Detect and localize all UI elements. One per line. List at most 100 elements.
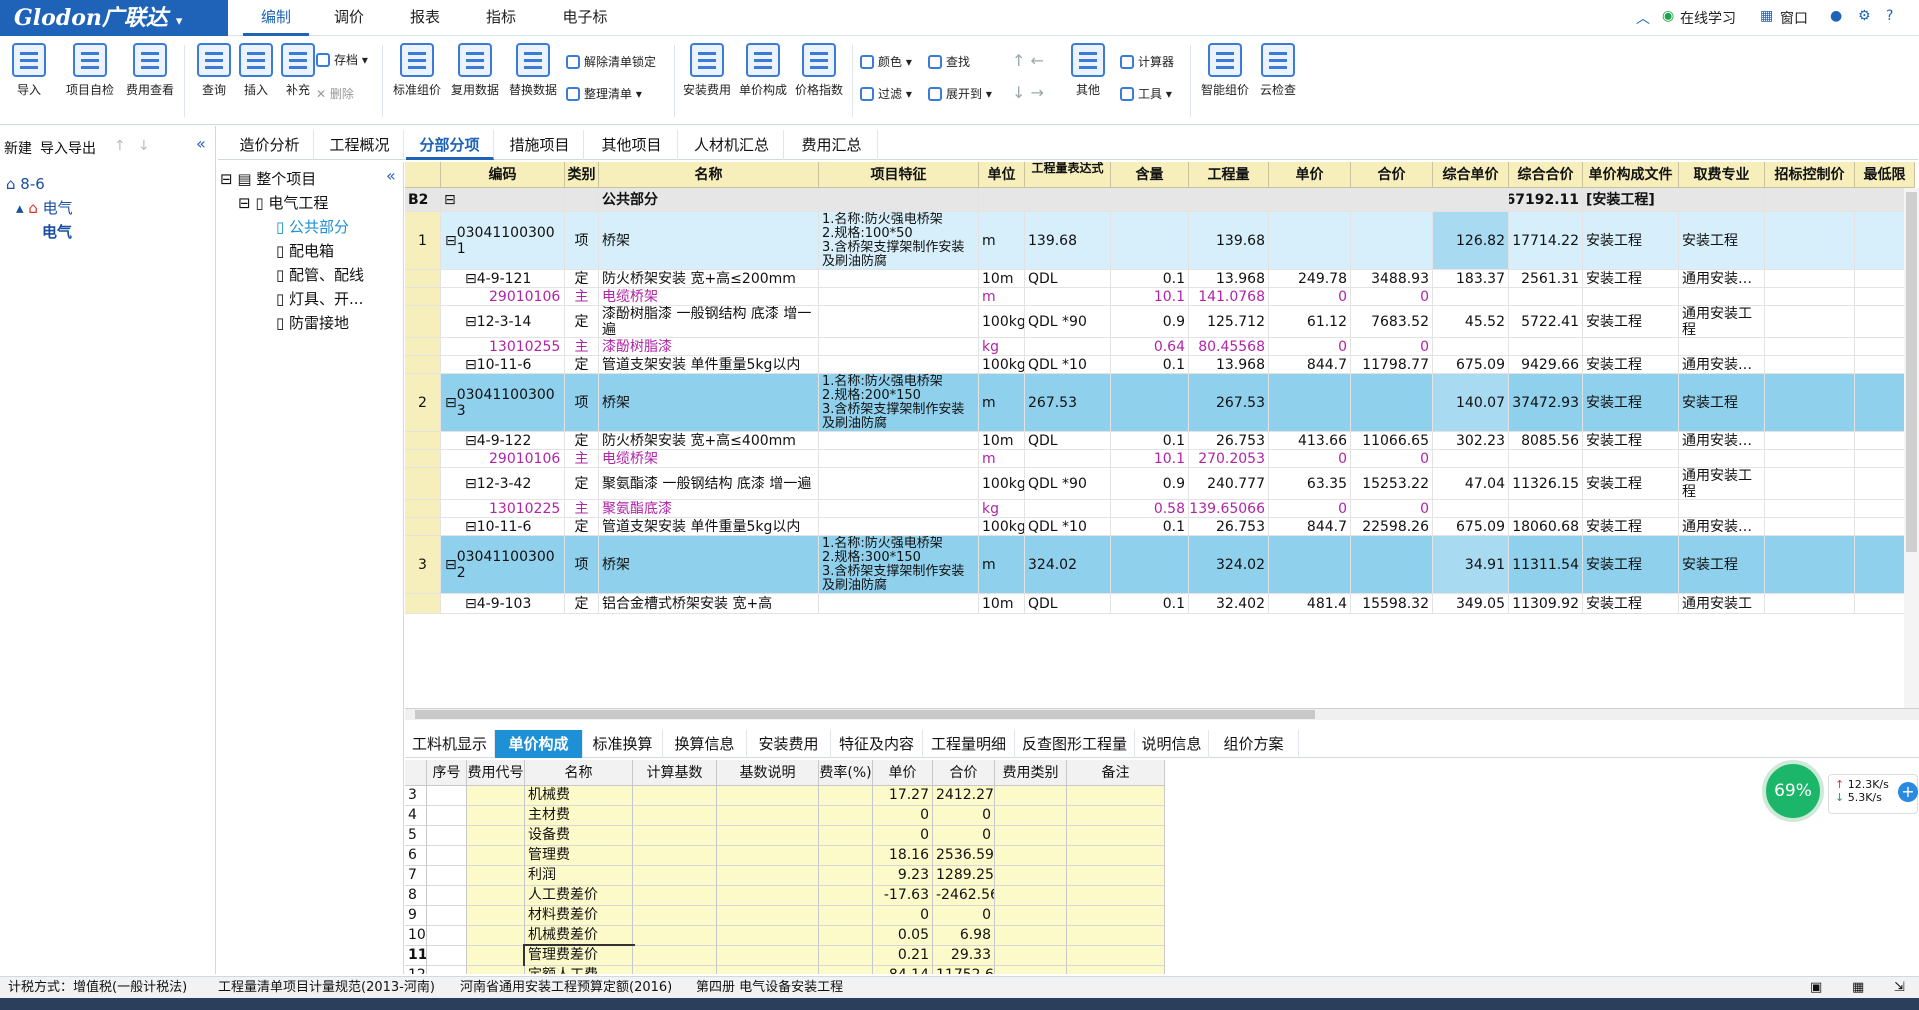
column-header[interactable]: 招标控制价 [1765,162,1855,188]
cell-n[interactable] [427,826,467,846]
cell-cat[interactable] [995,906,1067,926]
cell-idx[interactable] [405,450,441,467]
cell-price[interactable]: 249.78 [1269,270,1351,287]
cell-unit[interactable]: 100kg [979,518,1025,535]
cell-ctrl[interactable] [1765,288,1855,305]
cell-expr[interactable]: QDL [1025,432,1111,449]
cell-price[interactable]: 0 [1269,338,1351,355]
cell-spec[interactable] [1679,338,1765,355]
cell-expr[interactable] [1025,450,1111,467]
cell-price[interactable] [1269,374,1351,431]
cell-qty[interactable]: 80.45568 [1189,338,1269,355]
tab-cost-analysis[interactable]: 造价分析 [226,130,314,160]
cell-base[interactable] [633,866,717,886]
tab-adjust-price[interactable]: 调价 [316,0,382,36]
cell-file[interactable]: 安装工程 [1583,594,1679,613]
cell-feat[interactable] [819,270,979,287]
cell-spec[interactable]: 安装工程 [1679,374,1765,431]
cell-total[interactable]: 11798.77 [1351,356,1433,373]
cell-code[interactable]: 29010106 [441,450,565,467]
cell-code[interactable] [467,846,525,866]
cell-qty2[interactable]: 0.1 [1111,594,1189,613]
cell-base[interactable] [633,886,717,906]
column-header[interactable] [405,162,441,188]
cell-note[interactable] [1067,806,1165,826]
cell-price[interactable]: 844.7 [1269,356,1351,373]
cell-total[interactable]: 11752.68 [933,966,995,974]
cell-type[interactable]: 定 [565,356,599,373]
cell-total[interactable]: 11066.65 [1351,432,1433,449]
cell-base[interactable] [633,826,717,846]
cell-total[interactable]: 22598.26 [1351,518,1433,535]
cell-note[interactable] [1067,946,1165,966]
cell-feat[interactable]: 1.名称:防火强电桥架 2.规格:300*150 3.含桥架支撑架制作安装及刷油… [819,536,979,593]
cell-file[interactable]: 安装工程 [1583,270,1679,287]
cell-unit[interactable]: m [979,450,1025,467]
column-header[interactable]: 综合合价 [1509,162,1583,188]
cell-total[interactable] [1351,536,1433,593]
cell-code[interactable]: ⊟ 12-3-14 [441,306,565,337]
calculator-button[interactable]: 计算器 [1120,53,1174,70]
tree-node-project[interactable]: ⊟ ▯ 电气工程 [238,192,328,213]
cell-rate[interactable] [819,886,873,906]
cell-price[interactable]: 0 [1269,288,1351,305]
cell-cat[interactable] [995,866,1067,886]
cell-desc[interactable] [717,926,819,946]
cell-feat[interactable] [819,306,979,337]
cell-price[interactable]: 63.35 [1269,468,1351,499]
std-group-button[interactable]: 标准组价 [390,43,444,98]
cell-expr[interactable]: 139.68 [1025,212,1111,269]
cell-uprice[interactable]: 183.37 [1433,270,1509,287]
cell-n[interactable] [427,886,467,906]
quota-row[interactable]: ⊟ 12-3-14 定漆酚树脂漆 一般钢结构 底漆 增一遍 100kg QDL *90… [405,306,1919,338]
cell-idx[interactable]: 1 [405,212,441,269]
cell-rate[interactable] [819,826,873,846]
cell-price[interactable]: 18.16 [873,846,933,866]
column-header[interactable]: 编码 [441,162,565,188]
cell-qty[interactable]: 125.712 [1189,306,1269,337]
cell-type[interactable]: 定 [565,468,599,499]
column-header[interactable]: 计算基数 [633,760,717,786]
cell-_[interactable]: 7 [405,866,427,886]
quota-row[interactable]: ⊟ 12-3-42 定聚氨酯漆 一般钢结构 底漆 增一遍 100kg QDL *90 0… [405,468,1919,500]
cell-desc[interactable] [717,886,819,906]
cell-qty[interactable]: 32.402 [1189,594,1269,613]
cell-note[interactable] [1067,926,1165,946]
help-icon[interactable]: ? [1886,8,1893,24]
cell-ctrl[interactable] [1765,518,1855,535]
material-row[interactable]: 29010106 主电缆桥架 m 10.1 141.0768 0 0 [405,288,1919,306]
cell-type[interactable]: 主 [565,288,599,305]
cell-_[interactable]: 12 [405,966,427,974]
tab-index[interactable]: 指标 [468,0,534,36]
cell-total[interactable] [1351,212,1433,269]
move-down-icon[interactable]: ↓ [138,138,150,154]
cell-base[interactable] [633,906,717,926]
cell-qty[interactable]: 141.0768 [1189,288,1269,305]
app-logo[interactable]: Glodon广联达 ▾ [0,0,228,36]
tab-measures[interactable]: 措施项目 [496,130,584,160]
cell-name[interactable]: 利润 [525,866,633,886]
cell-name[interactable]: 桥架 [599,212,819,269]
cell-note[interactable] [1067,906,1165,926]
cell-name[interactable]: 桥架 [599,536,819,593]
cell-utotal[interactable] [1509,450,1583,467]
vertical-scrollbar[interactable] [1904,188,1919,708]
cell-type[interactable]: 主 [565,450,599,467]
fee-row[interactable]: 12 定额人工费 84.1411752.68 [405,966,1331,974]
cell-uprice[interactable] [1433,500,1509,517]
cell-price[interactable]: 0 [1269,450,1351,467]
cell-type[interactable]: 定 [565,270,599,287]
cell-total[interactable]: 0 [933,906,995,926]
cell-utotal[interactable]: 11326.15 [1509,468,1583,499]
cell-name[interactable]: 电缆桥架 [599,450,819,467]
column-header[interactable]: 合价 [1351,162,1433,188]
cloud-check-button[interactable]: 云检查 [1254,43,1302,98]
column-header[interactable]: 费用代号 [467,760,525,786]
quota-row[interactable]: ⊟ 10-11-6 定管道支架安装 单件重量5kg以内 100kg QDL *10 0.… [405,356,1919,374]
fee-row[interactable]: 5 设备费 0 0 [405,826,1331,846]
tab-fee-summary[interactable]: 费用汇总 [786,130,878,160]
price-index-button[interactable]: 价格指数 [792,43,846,98]
fee-row[interactable]: 9 材料费差价 0 0 [405,906,1331,926]
collapse-icon[interactable]: ⊟ [445,557,457,573]
cell-utotal[interactable]: 5722.41 [1509,306,1583,337]
